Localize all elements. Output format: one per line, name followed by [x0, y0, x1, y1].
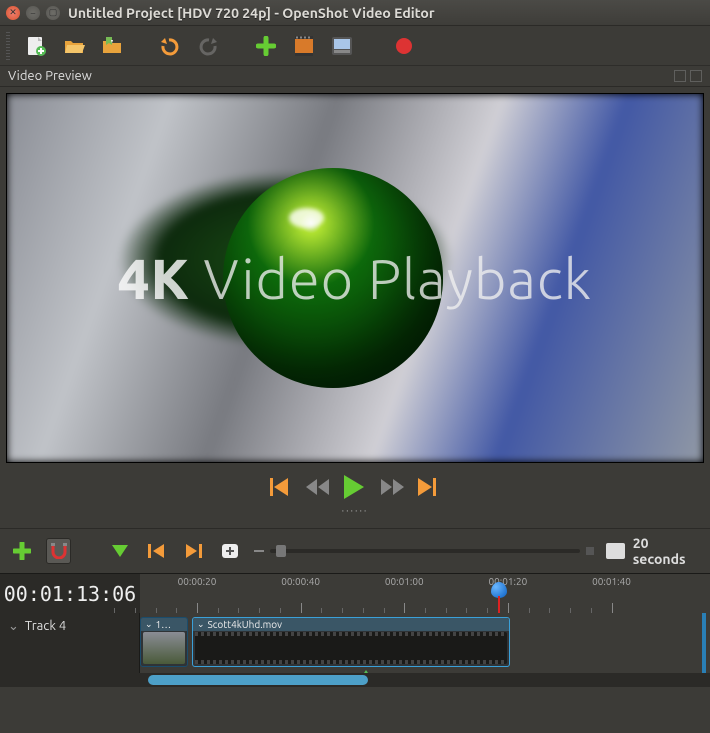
clip[interactable]: ⌄ 1…	[140, 617, 188, 667]
jump-end-button[interactable]	[418, 478, 440, 496]
choose-profile-button[interactable]	[290, 32, 318, 60]
zoom-box-icon	[606, 543, 625, 559]
redo-button[interactable]	[194, 32, 222, 60]
undock-panel-icon[interactable]	[674, 70, 686, 82]
chevron-down-icon[interactable]: ⌄	[145, 619, 153, 630]
open-project-button[interactable]	[60, 32, 88, 60]
clip-label: Scott4kUhd.mov	[208, 619, 282, 630]
previous-marker-button[interactable]	[145, 538, 169, 564]
timeline-scrollbar[interactable]	[0, 673, 710, 687]
scrollbar-thumb[interactable]	[148, 675, 368, 685]
clip-label: 1…	[156, 619, 172, 630]
fullscreen-button[interactable]	[328, 32, 356, 60]
add-track-button[interactable]	[10, 538, 34, 564]
timeline-toolbar: 20 seconds	[0, 528, 710, 573]
timeline-tracks: ⌄Track 4⌄ 1…⌄ Scott4kUhd.mov	[0, 613, 710, 673]
ruler-tick-label: 00:00:20	[178, 576, 217, 587]
track-lane[interactable]: ⌄ 1…⌄ Scott4kUhd.mov	[140, 613, 710, 673]
close-panel-icon[interactable]	[690, 70, 702, 82]
window-title: Untitled Project [HDV 720 24p] - OpenSho…	[68, 5, 435, 21]
main-toolbar	[0, 26, 710, 66]
import-files-button[interactable]	[252, 32, 280, 60]
ruler-tick-label: 00:00:40	[281, 576, 320, 587]
zoom-in-icon[interactable]	[586, 547, 594, 555]
chevron-down-icon[interactable]: ⌄	[8, 619, 19, 634]
close-icon[interactable]: ✕	[6, 6, 20, 20]
resize-handle-icon[interactable]: ······	[6, 505, 704, 522]
playback-controls	[6, 463, 704, 505]
video-canvas[interactable]: 4K Video Playback	[6, 93, 704, 463]
fastforward-button[interactable]	[380, 479, 404, 495]
track-header[interactable]: ⌄ Track 4	[0, 613, 140, 673]
preview-panel-header: Video Preview	[0, 66, 710, 87]
timeline-ruler[interactable]: 00:01:13:06 00:00:20 00:00:40 00:01:00 00:0…	[0, 573, 710, 613]
clip[interactable]: ⌄ Scott4kUhd.mov	[192, 617, 510, 667]
timecode-display[interactable]: 00:01:13:06	[0, 574, 140, 613]
toolbar-handle[interactable]	[6, 32, 10, 60]
track-label: Track 4	[25, 619, 66, 633]
zoom-out-icon[interactable]	[254, 546, 264, 556]
end-marker[interactable]	[702, 613, 706, 673]
ruler-tick-label: 00:01:40	[592, 576, 631, 587]
razor-dropdown-button[interactable]	[108, 538, 132, 564]
snapping-button[interactable]	[46, 538, 71, 564]
preview-panel-title: Video Preview	[8, 69, 92, 83]
zoom-slider-thumb[interactable]	[276, 545, 286, 557]
clip-thumbnail	[195, 632, 507, 664]
ruler-tick-label: 00:01:00	[385, 576, 424, 587]
zoom-readout: 20 seconds	[606, 535, 700, 567]
titlebar: ✕ – ▢ Untitled Project [HDV 720 24p] - O…	[0, 0, 710, 26]
save-project-button[interactable]	[98, 32, 126, 60]
rewind-button[interactable]	[306, 479, 330, 495]
maximize-icon[interactable]: ▢	[46, 6, 60, 20]
video-preview: 4K Video Playback ······	[0, 87, 710, 528]
next-marker-button[interactable]	[181, 538, 205, 564]
center-playhead-button[interactable]	[218, 538, 242, 564]
undo-button[interactable]	[156, 32, 184, 60]
chevron-down-icon[interactable]: ⌄	[197, 619, 205, 630]
jump-start-button[interactable]	[270, 478, 292, 496]
play-button[interactable]	[344, 475, 366, 499]
video-overlay-text: 4K Video Playback	[118, 247, 592, 310]
window-buttons: ✕ – ▢	[6, 6, 60, 20]
new-project-button[interactable]	[22, 32, 50, 60]
clip-thumbnail	[143, 632, 185, 664]
minimize-icon[interactable]: –	[26, 6, 40, 20]
export-video-button[interactable]	[390, 32, 418, 60]
zoom-slider[interactable]	[254, 546, 594, 556]
